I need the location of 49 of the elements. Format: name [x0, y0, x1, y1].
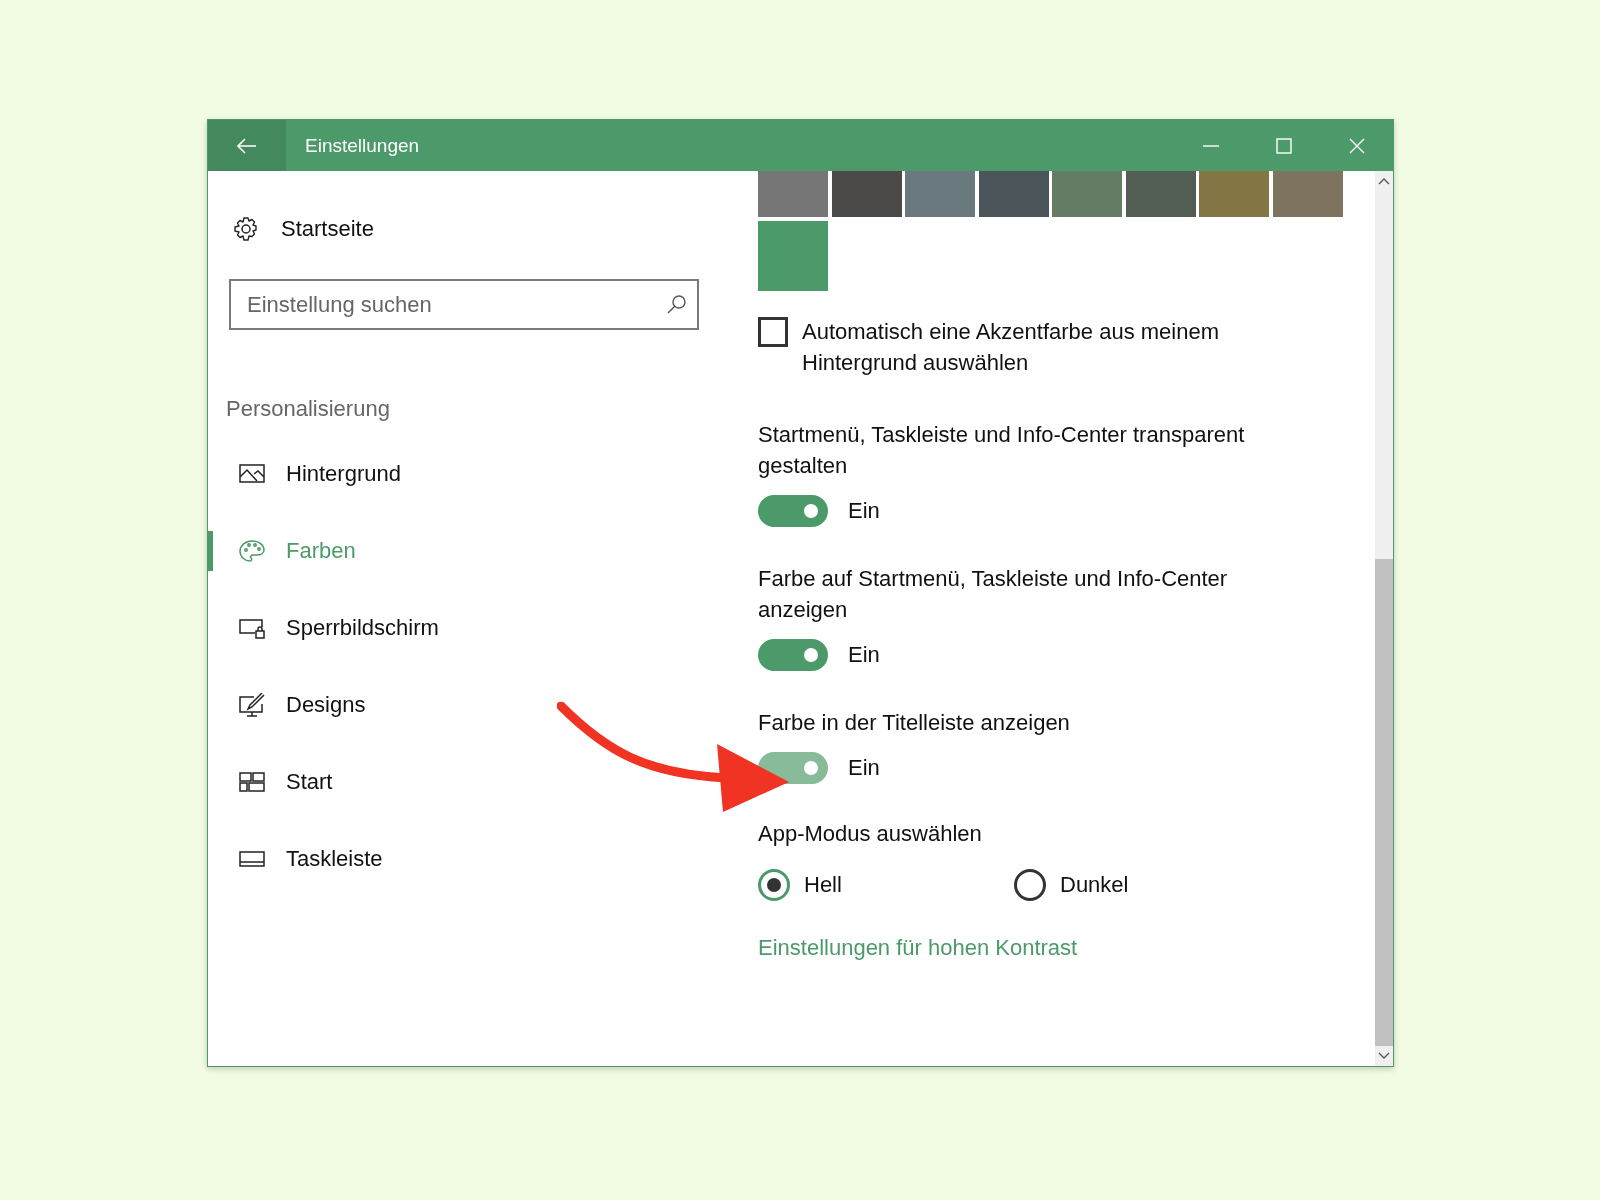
color-swatch[interactable] — [1272, 171, 1343, 217]
back-arrow-icon — [237, 137, 257, 154]
toggle-state-text: Ein — [848, 642, 880, 668]
toggle-switch[interactable] — [758, 639, 828, 671]
scrollbar[interactable] — [1375, 171, 1393, 1066]
radio-button[interactable] — [1014, 869, 1046, 901]
toggle-switch[interactable] — [758, 495, 828, 527]
color-swatch[interactable] — [978, 171, 1049, 217]
toggle-state-text: Ein — [848, 755, 880, 781]
window-title: Einstellungen — [305, 134, 421, 157]
color-swatch[interactable] — [1199, 171, 1269, 217]
maximize-icon — [1275, 137, 1292, 154]
checkbox-label: Automatisch eine Akzentfarbe aus meinem Hintergrund auswählen — [802, 318, 1220, 377]
nav-item[interactable]: Hintergrund — [208, 454, 413, 494]
setting-label: Startmenü, Taskleiste und Info-Center transparent gestalten — [758, 421, 1246, 480]
nav-item[interactable]: Designs — [208, 685, 378, 725]
search-icon — [667, 294, 687, 314]
color-swatch[interactable] — [758, 221, 828, 291]
search-field[interactable]: Einstellung suchen — [229, 279, 699, 330]
color-swatch[interactable] — [905, 171, 975, 217]
color-swatch[interactable] — [831, 171, 902, 217]
nav-item[interactable]: Sperrbildschirm — [208, 608, 451, 648]
radio-label: Dunkel — [1060, 872, 1129, 898]
section-heading: Personalisierung — [226, 396, 391, 422]
color-swatch[interactable] — [1125, 171, 1196, 217]
scrollbar-thumb[interactable] — [1375, 558, 1393, 1046]
toggle-state-text: Ein — [848, 498, 880, 524]
palette-icon — [238, 539, 266, 563]
back-button[interactable] — [208, 120, 286, 171]
minimize-icon — [1202, 144, 1219, 147]
checkbox[interactable] — [758, 317, 788, 347]
nav-item[interactable]: Taskleiste — [208, 839, 395, 879]
setting-label: Farbe auf Startmenü, Taskleiste und Info-Center anzeigen — [758, 565, 1229, 624]
radio-label: Hell — [804, 872, 842, 898]
radio-button[interactable] — [758, 869, 790, 901]
home-nav-item[interactable]: Startseite — [233, 209, 758, 249]
close-icon — [1348, 137, 1365, 154]
monitor-brush-icon — [238, 693, 266, 717]
settings-icon — [233, 216, 259, 242]
nav-item[interactable]: Start — [208, 762, 345, 802]
tiles-icon — [238, 770, 266, 794]
scroll-up-icon — [1378, 177, 1390, 185]
color-swatch[interactable] — [1052, 171, 1122, 217]
color-swatch[interactable] — [758, 171, 828, 217]
picture-icon — [238, 462, 266, 486]
monitor-lock-icon — [238, 616, 266, 640]
setting-label: App-Modus auswählen — [758, 820, 982, 848]
setting-label: Farbe in der Titelleiste anzeigen — [758, 709, 1070, 737]
scroll-down-icon — [1378, 1052, 1390, 1060]
